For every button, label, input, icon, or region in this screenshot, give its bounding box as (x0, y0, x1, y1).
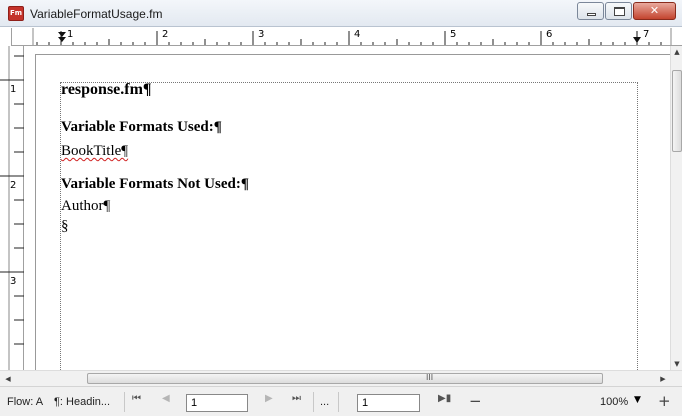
used-item-text: BookTitle¶ (61, 143, 129, 159)
horizontal-scrollbar[interactable]: ◀ III ▶ (0, 370, 682, 386)
vertical-ruler[interactable]: 1 2 3 (0, 46, 24, 370)
ruler-number: 5 (450, 29, 457, 40)
variable-formats-not-used-heading[interactable]: Variable Formats Not Used:¶ (61, 176, 249, 193)
paragraph-tag[interactable]: ¶: Headin... (54, 396, 110, 408)
next-page-icon[interactable]: ▶ (265, 393, 273, 404)
ruler-number: 3 (10, 276, 17, 287)
goto-page-icon[interactable]: ▶▮ (438, 393, 451, 404)
vertical-scroll-thumb[interactable] (672, 70, 682, 152)
scroll-up-arrow-icon[interactable]: ▲ (671, 46, 682, 58)
ruler-number: 3 (258, 29, 265, 40)
last-page-icon[interactable]: ⏭ (292, 393, 301, 404)
variable-formats-used-heading[interactable]: Variable Formats Used:¶ (61, 119, 222, 136)
scroll-grip: III (426, 373, 434, 382)
maximize-button[interactable] (605, 2, 632, 20)
goto-page-field[interactable]: 1 (357, 394, 420, 412)
ruler-number: 6 (546, 29, 553, 40)
status-bar: Flow: A ¶: Headin... ⏮ ◀ 1 ▶ ⏭ ... 1 ▶▮ … (0, 386, 682, 416)
framemaker-app-icon: Fm (8, 6, 24, 21)
ruler-number: 2 (10, 180, 17, 191)
section-end-marker: § (61, 218, 69, 234)
first-page-icon[interactable]: ⏮ (132, 393, 141, 404)
left-indent-marker[interactable] (58, 32, 66, 42)
scroll-down-arrow-icon[interactable]: ▼ (671, 358, 682, 370)
horizontal-scroll-thumb[interactable]: III (87, 373, 603, 384)
document-canvas[interactable]: response.fm¶ Variable Formats Used:¶ Boo… (25, 46, 670, 370)
scroll-right-arrow-icon[interactable]: ▶ (657, 373, 669, 385)
divider (338, 392, 339, 412)
window-controls: ✕ (577, 2, 676, 20)
close-icon: ✕ (649, 4, 660, 17)
ruler-number: 4 (354, 29, 361, 40)
flow-tag[interactable]: Flow: A (7, 396, 43, 408)
minimize-button[interactable] (577, 2, 604, 20)
not-used-item[interactable]: Author¶ (61, 198, 110, 215)
divider (124, 392, 125, 412)
zoom-level[interactable]: 100% (600, 396, 628, 408)
zoom-out-button[interactable]: − (469, 393, 482, 409)
horizontal-ruler[interactable]: 1 2 3 4 5 6 7 (0, 28, 682, 46)
right-indent-marker[interactable] (633, 31, 641, 43)
divider (313, 392, 314, 412)
zoom-dropdown-icon[interactable]: ▼ (634, 395, 641, 405)
ruler-number: 1 (10, 84, 17, 95)
horizontal-ruler-ticks (32, 28, 672, 45)
vertical-scrollbar[interactable]: ▲ ▼ (670, 46, 682, 370)
previous-page-icon[interactable]: ◀ (162, 393, 170, 404)
minimize-icon (587, 13, 596, 16)
ruler-number: 7 (643, 29, 650, 40)
zoom-in-button[interactable]: + (658, 393, 671, 409)
scroll-left-arrow-icon[interactable]: ◀ (2, 373, 14, 385)
ruler-number: 2 (162, 29, 169, 40)
more-button[interactable]: ... (320, 396, 329, 408)
used-item[interactable]: BookTitle¶ (61, 143, 128, 160)
close-button[interactable]: ✕ (633, 2, 676, 20)
page-number-field[interactable]: 1 (186, 394, 248, 412)
title-bar[interactable]: Fm VariableFormatUsage.fm ✕ (0, 0, 682, 27)
filename-heading[interactable]: response.fm¶ (61, 81, 152, 99)
window-title: VariableFormatUsage.fm (30, 7, 163, 21)
ruler-number: 1 (67, 29, 74, 40)
maximize-icon (614, 7, 625, 16)
document-page (35, 54, 670, 370)
